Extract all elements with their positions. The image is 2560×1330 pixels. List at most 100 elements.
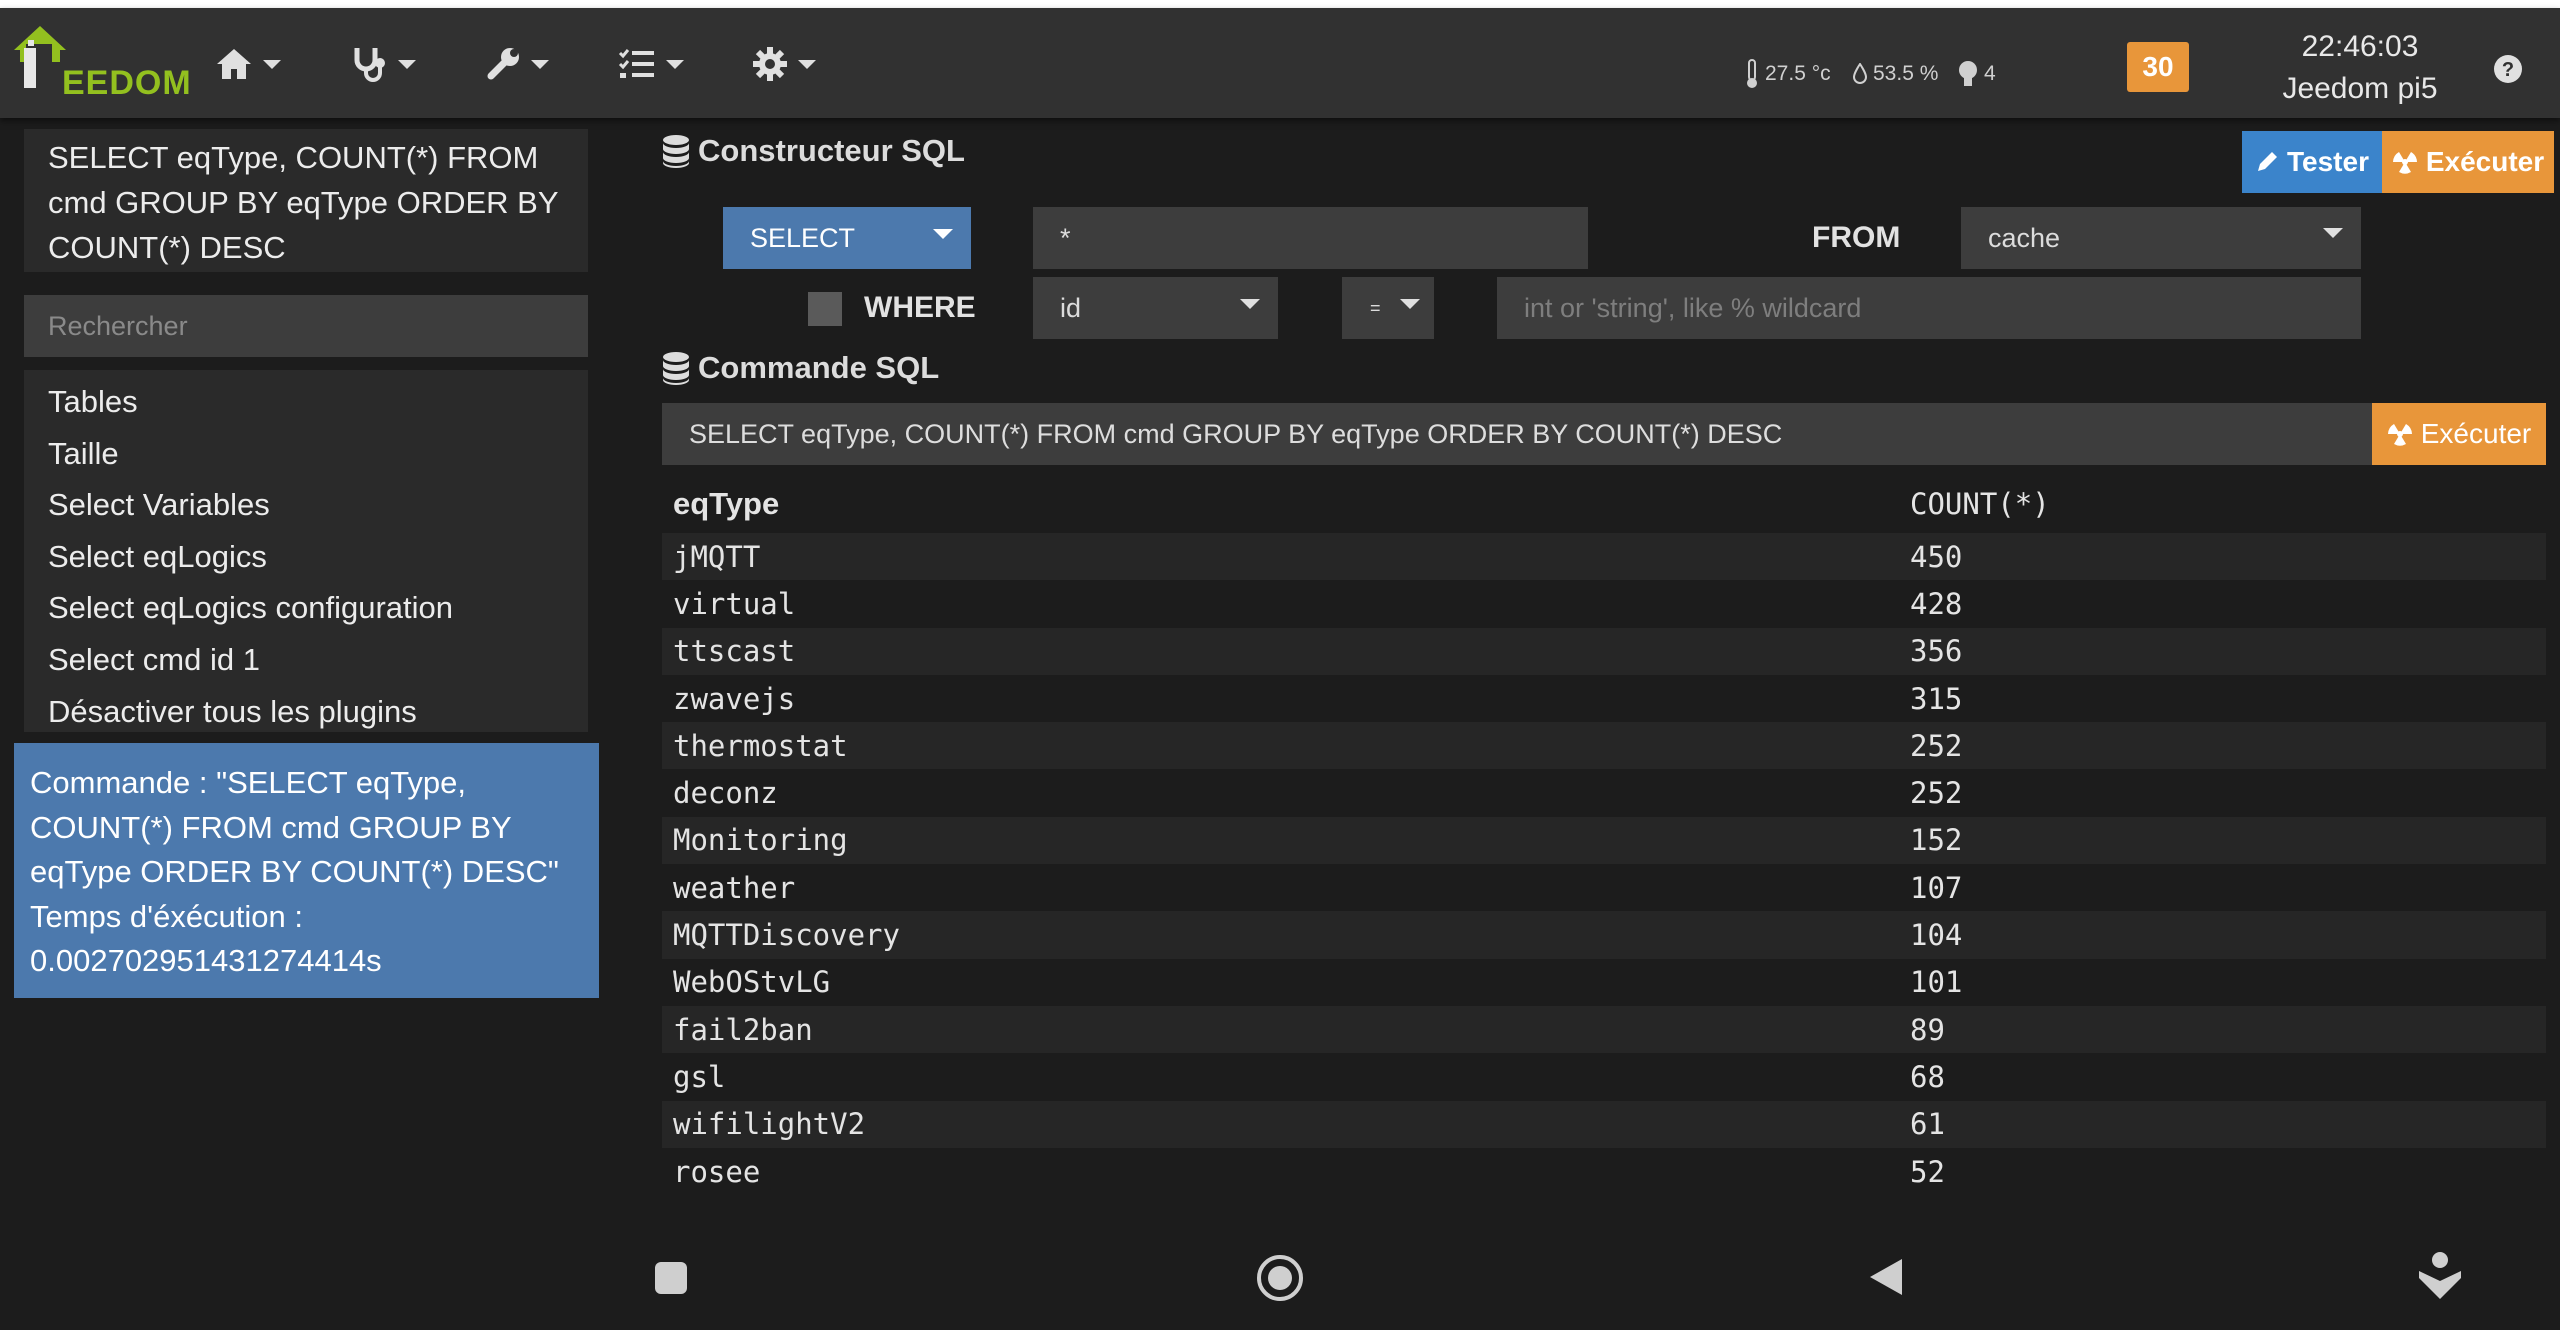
- tester-button[interactable]: Tester: [2242, 131, 2382, 193]
- cell-eqtype: zwavejs: [673, 681, 796, 716]
- cell-eqtype: WebOStvLG: [673, 965, 831, 1000]
- chevron-down-icon: [1240, 299, 1260, 309]
- table-header: eqType COUNT(*): [662, 475, 2546, 533]
- table-body: jMQTT 450 virtual 428 ttscast 356 zwavejs 315 th…: [662, 533, 2546, 1196]
- help-icon[interactable]: ?: [2493, 54, 2523, 84]
- where-checkbox[interactable]: [808, 292, 842, 326]
- sql-command-input[interactable]: SELECT eqType, COUNT(*) FROM cmd GROUP B…: [662, 403, 2372, 465]
- columns-input[interactable]: *: [1033, 207, 1588, 269]
- nav-tasks-menu[interactable]: [618, 42, 684, 86]
- window-top-strip: [0, 0, 2560, 8]
- nav-settings-menu[interactable]: [752, 42, 816, 86]
- accessibility-icon[interactable]: [2417, 1251, 2463, 1301]
- temperature-status: 27.5 °c: [1745, 54, 1831, 94]
- where-field-value: id: [1060, 292, 1082, 323]
- sql-command-title: Commande SQL: [698, 350, 940, 385]
- nav-home-menu[interactable]: [215, 42, 281, 86]
- execution-info: Commande : "SELECT eqType, COUNT(*) FROM…: [14, 743, 599, 998]
- tester-button-label: Tester: [2287, 146, 2369, 177]
- execute-builder-button[interactable]: Exécuter: [2382, 131, 2554, 193]
- table-row: ttscast 356: [662, 627, 2546, 675]
- sql-command-value: SELECT eqType, COUNT(*) FROM cmd GROUP B…: [689, 418, 1783, 449]
- radiation-icon: [2387, 424, 2412, 446]
- cell-count: 356: [1910, 634, 1963, 669]
- query-item-select-eqlogics-configuration[interactable]: Select eqLogics configuration: [24, 582, 588, 634]
- droplet-icon: [1853, 63, 1867, 84]
- top-navbar: JEEDOM: [0, 8, 2560, 118]
- from-table-dropdown[interactable]: cache: [1961, 207, 2361, 269]
- query-item-taille[interactable]: Taille: [24, 428, 588, 480]
- table-row: virtual 428: [662, 580, 2546, 628]
- cell-eqtype: wifilightV2: [673, 1107, 866, 1142]
- chevron-down-icon: [2323, 228, 2343, 238]
- cell-eqtype: Monitoring: [673, 823, 848, 858]
- query-item-tables[interactable]: Tables: [24, 376, 588, 428]
- from-table-value: cache: [1988, 222, 2061, 253]
- sql-builder-header: Constructeur SQL: [662, 133, 965, 169]
- table-row: fail2ban 89: [662, 1005, 2546, 1054]
- temperature-value: 27.5 °c: [1765, 62, 1831, 85]
- columns-value: *: [1060, 222, 1071, 253]
- execute-command-button[interactable]: Exécuter: [2372, 403, 2546, 465]
- jeedom-logo[interactable]: JEEDOM: [14, 22, 191, 102]
- select-type-dropdown[interactable]: SELECT: [723, 207, 971, 269]
- where-field-dropdown[interactable]: id: [1033, 277, 1278, 339]
- table-row: weather 107: [662, 864, 2546, 912]
- home-button-icon[interactable]: [1255, 1253, 1305, 1303]
- back-icon[interactable]: [1868, 1257, 1904, 1297]
- chevron-down-icon: [1400, 299, 1420, 309]
- table-row: wifilightV2 61: [662, 1100, 2546, 1148]
- cell-eqtype: weather: [673, 870, 796, 905]
- cell-count: 101: [1910, 965, 1963, 1000]
- column-header-count[interactable]: COUNT(*): [1910, 487, 2546, 521]
- recent-apps-icon[interactable]: [654, 1261, 688, 1295]
- sql-command-header: Commande SQL: [662, 350, 939, 386]
- cell-eqtype: thermostat: [673, 728, 848, 763]
- column-header-eqtype[interactable]: eqType: [662, 486, 1910, 522]
- cell-eqtype: MQTTDiscovery: [673, 918, 900, 953]
- logo-text: JEEDOM: [62, 64, 192, 102]
- cell-count: 252: [1910, 728, 1963, 763]
- humidity-status: 53.5 %: [1853, 54, 1938, 94]
- cell-count: 52: [1910, 1154, 1945, 1189]
- query-item-disable-plugins[interactable]: Désactiver tous les plugins: [24, 686, 588, 738]
- cell-eqtype: ttscast: [673, 634, 796, 669]
- query-item-select-eqlogics[interactable]: Select eqLogics: [24, 531, 588, 583]
- radiation-icon: [2392, 152, 2417, 174]
- clock-time: 22:46:03: [2301, 30, 2419, 63]
- tasks-icon: [618, 49, 654, 78]
- current-query-display: SELECT eqType, COUNT(*) FROM cmd GROUP B…: [24, 129, 588, 272]
- nav-tools-menu[interactable]: [485, 42, 549, 86]
- cell-eqtype: fail2ban: [673, 1012, 813, 1047]
- cell-count: 152: [1910, 823, 1963, 858]
- home-icon: [217, 49, 251, 79]
- table-row: jMQTT 450: [662, 533, 2546, 581]
- cell-count: 107: [1910, 870, 1963, 905]
- notifications-badge[interactable]: 30: [2127, 42, 2189, 92]
- android-navigation-bar: [0, 1215, 2560, 1330]
- table-row: thermostat 252: [662, 722, 2546, 770]
- cell-count: 315: [1910, 681, 1963, 716]
- query-item-select-cmd-id-1[interactable]: Select cmd id 1: [24, 634, 588, 686]
- table-row: gsl 68: [662, 1053, 2546, 1101]
- lights-count: 4: [1984, 62, 1996, 85]
- nav-analysis-menu[interactable]: [352, 42, 416, 86]
- from-label: FROM: [1812, 221, 1901, 254]
- cell-count: 450: [1910, 539, 1963, 574]
- search-input[interactable]: [24, 295, 588, 357]
- table-row: zwavejs 315: [662, 674, 2546, 723]
- select-type-value: SELECT: [750, 222, 856, 253]
- chevron-down-icon: [933, 229, 953, 239]
- database-icon: [663, 135, 689, 168]
- where-operator-dropdown[interactable]: =: [1342, 277, 1434, 339]
- execute-command-label: Exécuter: [2420, 418, 2532, 449]
- sql-builder-title: Constructeur SQL: [698, 133, 965, 168]
- chevron-down-icon: [263, 59, 281, 69]
- where-value-input[interactable]: int or 'string', like % wildcard: [1497, 277, 2361, 339]
- saved-queries-list: Tables Taille Select Variables Select eq…: [24, 370, 588, 732]
- cell-count: 428: [1910, 586, 1963, 621]
- gear-icon: [753, 47, 787, 81]
- table-row: deconz 252: [662, 769, 2546, 817]
- wrench-icon: [487, 48, 519, 80]
- query-item-select-variables[interactable]: Select Variables: [24, 479, 588, 531]
